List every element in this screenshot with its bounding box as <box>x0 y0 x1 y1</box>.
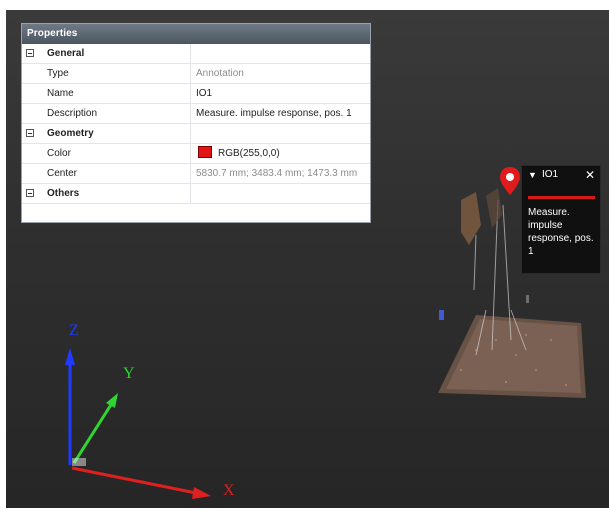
properties-panel: Properties General Type Annotation Name … <box>21 23 371 223</box>
category-label: Geometry <box>47 128 94 139</box>
collapse-icon[interactable] <box>26 189 34 197</box>
property-row-type[interactable]: Type Annotation <box>22 64 370 84</box>
property-row-color[interactable]: Color RGB(255,0,0) <box>22 144 370 164</box>
property-label: Name <box>47 88 74 99</box>
collapse-triangle-icon[interactable]: ▼ <box>528 166 537 184</box>
property-value-type: Annotation <box>196 68 244 79</box>
annotation-text: Measure. impulse response, pos. 1 <box>528 207 594 257</box>
annotation-title: IO1 <box>542 169 559 180</box>
close-icon[interactable]: ✕ <box>585 166 595 184</box>
axis-label-z: Z <box>69 322 79 339</box>
collapse-icon[interactable] <box>26 129 34 137</box>
annotation-accent-bar <box>528 196 595 199</box>
category-label: Others <box>47 188 80 199</box>
property-row-name[interactable]: Name IO1 <box>22 84 370 104</box>
color-value-text: RGB(255,0,0) <box>218 148 280 159</box>
color-swatch[interactable] <box>198 146 212 158</box>
axis-label-y: Y <box>123 365 135 382</box>
annotation-popup[interactable]: ▼ IO1 ✕ Measure. impulse response, pos. … <box>521 165 601 274</box>
property-value-center: 5830.7 mm; 3483.4 mm; 1473.3 mm <box>196 168 358 179</box>
property-value-name[interactable]: IO1 <box>192 84 370 103</box>
property-label: Description <box>47 108 98 119</box>
property-value-description[interactable]: Measure. impulse response, pos. 1 <box>192 104 370 123</box>
category-label: General <box>47 48 85 59</box>
axis-label-x: X <box>223 482 235 499</box>
annotation-header: ▼ IO1 ✕ <box>522 166 600 184</box>
category-geometry[interactable]: Geometry <box>22 124 370 144</box>
property-row-description[interactable]: Description Measure. impulse response, p… <box>22 104 370 124</box>
category-others[interactable]: Others <box>22 184 370 204</box>
properties-panel-title: Properties <box>22 24 370 44</box>
map-pin-icon[interactable] <box>498 166 522 196</box>
property-label: Color <box>47 148 71 159</box>
collapse-icon[interactable] <box>26 49 34 57</box>
property-grid: General Type Annotation Name IO1 Descrip… <box>22 44 370 204</box>
property-label: Center <box>47 168 78 179</box>
property-row-center[interactable]: Center 5830.7 mm; 3483.4 mm; 1473.3 mm <box>22 164 370 184</box>
property-label: Type <box>47 68 69 79</box>
property-value-color[interactable]: RGB(255,0,0) <box>192 144 370 163</box>
category-general[interactable]: General <box>22 44 370 64</box>
